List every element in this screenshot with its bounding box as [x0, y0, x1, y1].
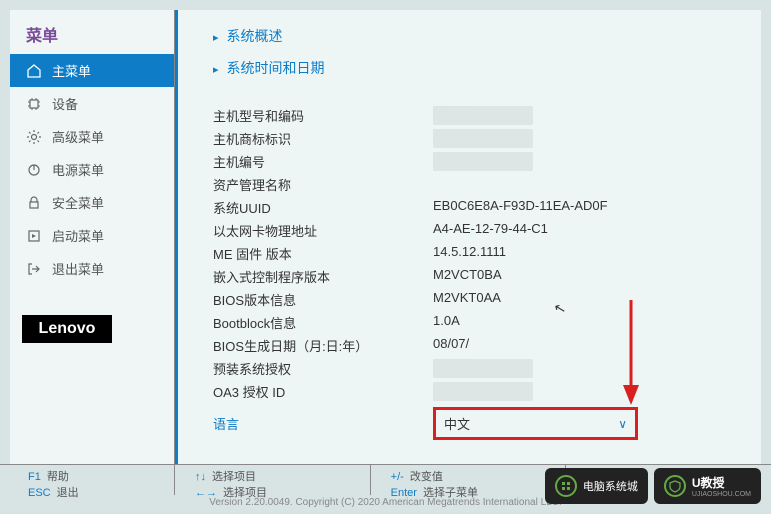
home-icon [26, 63, 42, 79]
info-row: OA3 授权 ID████ [213, 380, 741, 403]
sidebar-item-device[interactable]: 设备 [10, 87, 174, 120]
nav-system-overview[interactable]: 系统概述 [195, 22, 741, 54]
power-icon [26, 162, 42, 178]
main-content: 系统概述 系统时间和日期 主机型号和编码████ 主机商标标识████ 主机编号… [175, 10, 761, 464]
info-row: BIOS版本信息M2VKT0AA [213, 288, 741, 311]
menu-title: 菜单 [10, 10, 174, 54]
sidebar-item-label: 安全菜单 [52, 193, 104, 212]
info-row: 主机商标标识████ [213, 127, 741, 150]
info-section: 主机型号和编码████ 主机商标标识████ 主机编号████ 资产管理名称 系… [195, 104, 741, 444]
sidebar-item-exit[interactable]: 退出菜单 [10, 252, 174, 285]
footer-nav2: +/-改变值 Enter选择子菜单 [371, 465, 567, 495]
watermark-badges: 电脑系统城 U教授 UJIAOSHOU.COM [545, 468, 761, 504]
info-row: Bootblock信息1.0A [213, 311, 741, 334]
shield-icon [555, 475, 577, 497]
badge-1: 电脑系统城 [545, 468, 648, 504]
info-row: BIOS生成日期（月:日:年）08/07/ [213, 334, 741, 357]
shield-icon [664, 475, 686, 497]
sidebar: 菜单 主菜单 设备 高级菜单 电源菜单 [10, 10, 175, 464]
sidebar-item-main[interactable]: 主菜单 [10, 54, 174, 87]
language-select[interactable]: 中文 ∨ [433, 407, 638, 440]
sidebar-item-boot[interactable]: 启动菜单 [10, 219, 174, 252]
footer-nav1: ↑↓选择项目 ←→选择项目 [175, 465, 371, 495]
sidebar-item-advanced[interactable]: 高级菜单 [10, 120, 174, 153]
sidebar-item-label: 电源菜单 [52, 160, 104, 179]
lock-icon [26, 195, 42, 211]
language-value: 中文 [444, 414, 470, 433]
sidebar-item-power[interactable]: 电源菜单 [10, 153, 174, 186]
sidebar-item-label: 设备 [52, 94, 78, 113]
language-row: 语言 中文 ∨ [213, 403, 741, 444]
info-row: 以太网卡物理地址A4-AE-12-79-44-C1 [213, 219, 741, 242]
divider [175, 10, 178, 464]
lenovo-logo: Lenovo [22, 315, 112, 343]
footer-help: F1帮助 ESC退出 [10, 465, 175, 495]
badge-2: U教授 UJIAOSHOU.COM [654, 468, 761, 504]
info-row: 资产管理名称 [213, 173, 741, 196]
boot-icon [26, 228, 42, 244]
sidebar-item-label: 启动菜单 [52, 226, 104, 245]
info-row: 主机型号和编码████ [213, 104, 741, 127]
sidebar-item-label: 主菜单 [52, 61, 91, 80]
info-row: 系统UUIDEB0C6E8A-F93D-11EA-AD0F [213, 196, 741, 219]
sidebar-item-security[interactable]: 安全菜单 [10, 186, 174, 219]
gear-icon [26, 129, 42, 145]
info-row: 嵌入式控制程序版本M2VCT0BA [213, 265, 741, 288]
exit-icon [26, 261, 42, 277]
nav-system-datetime[interactable]: 系统时间和日期 [195, 54, 741, 86]
info-row: ME 固件 版本14.5.12.1111 [213, 242, 741, 265]
info-row: 主机编号████ [213, 150, 741, 173]
sidebar-item-label: 退出菜单 [52, 259, 104, 278]
sidebar-item-label: 高级菜单 [52, 127, 104, 146]
chip-icon [26, 96, 42, 112]
info-row: 预装系统授权████ [213, 357, 741, 380]
chevron-down-icon: ∨ [618, 417, 627, 431]
language-label: 语言 [213, 414, 433, 433]
